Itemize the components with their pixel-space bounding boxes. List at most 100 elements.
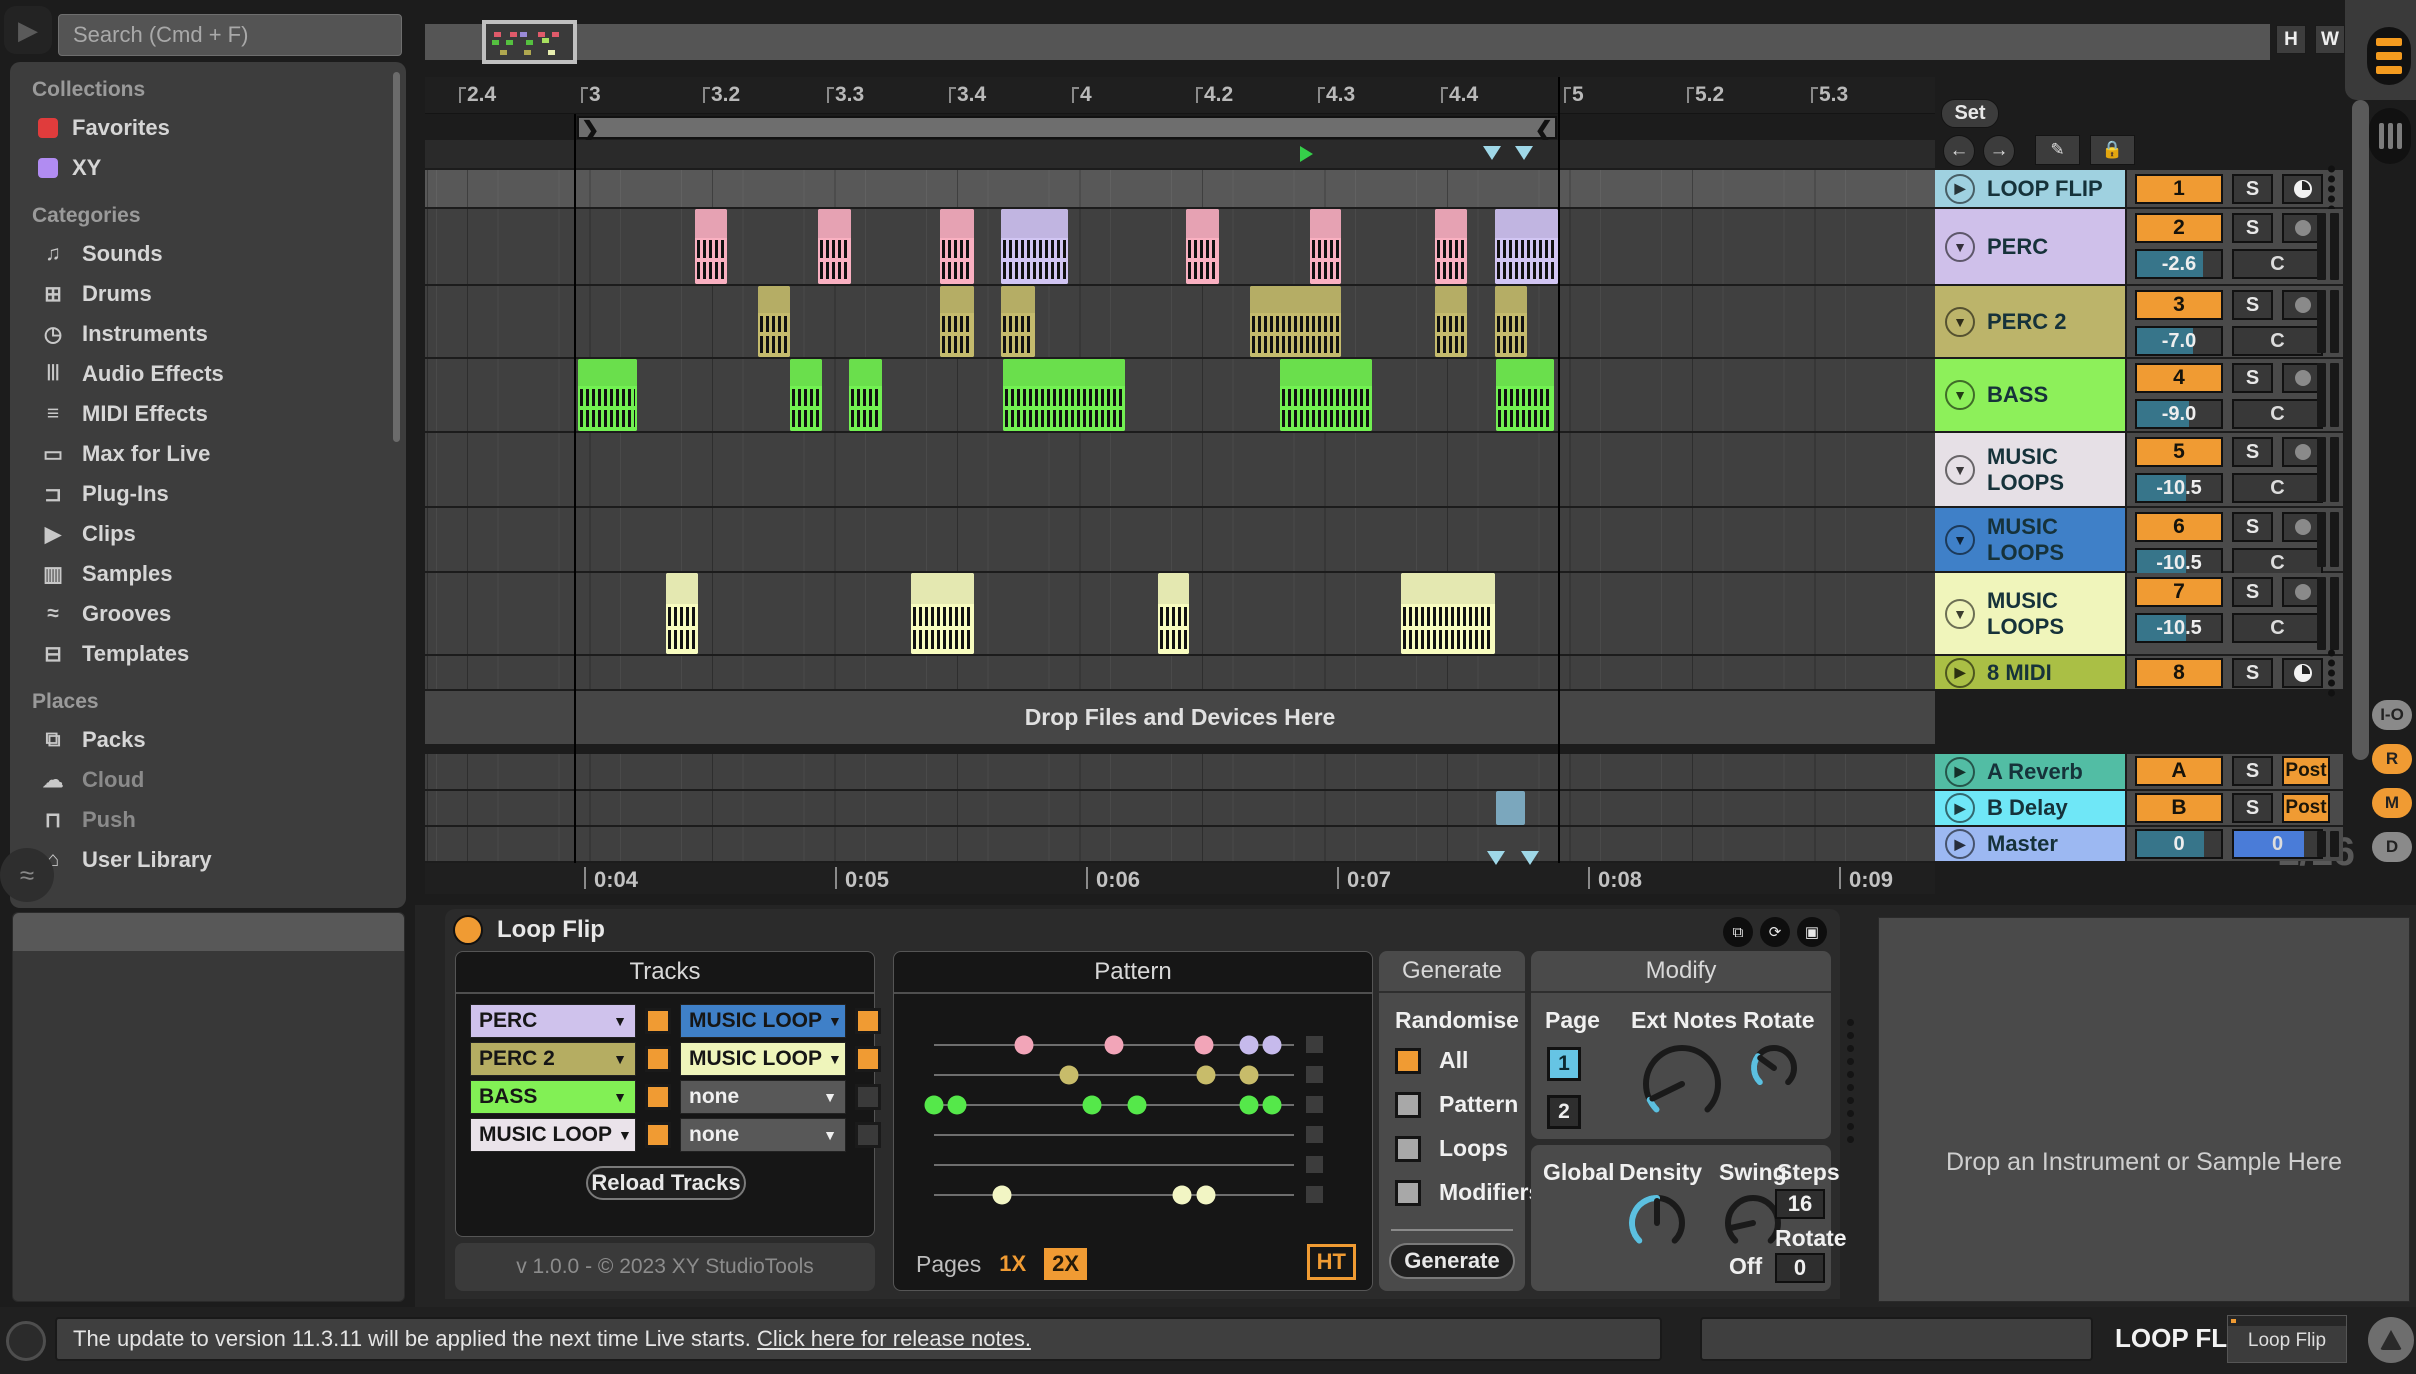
groove-pool-icon[interactable]: ≈ bbox=[0, 848, 54, 902]
fold-icon[interactable]: ▼ bbox=[1945, 380, 1975, 410]
next-locator-button[interactable]: → bbox=[1983, 135, 2015, 167]
sync-icon[interactable]: ⟳ bbox=[1760, 917, 1790, 947]
track-lane[interactable] bbox=[425, 209, 1935, 284]
save-icon[interactable]: ▣ bbox=[1797, 917, 1827, 947]
pattern-dot[interactable] bbox=[1173, 1186, 1192, 1205]
set-locator-button[interactable]: Set bbox=[1941, 99, 1999, 128]
browser-item-favorites[interactable]: Favorites bbox=[10, 108, 406, 148]
ext-notes-knob[interactable] bbox=[1641, 1043, 1723, 1130]
release-notes-link[interactable]: Click here for release notes. bbox=[757, 1326, 1031, 1351]
pattern-dot[interactable] bbox=[1240, 1096, 1259, 1115]
mixer-scrollbar[interactable] bbox=[2352, 100, 2369, 760]
browser-item-user-library[interactable]: ⌂User Library bbox=[10, 840, 406, 880]
pattern-lane-line[interactable] bbox=[934, 1074, 1294, 1076]
browser-item-grooves[interactable]: ≈Grooves bbox=[10, 594, 406, 634]
locator-marker[interactable] bbox=[1521, 851, 1539, 865]
dest-enable-checkbox[interactable] bbox=[855, 1046, 881, 1072]
track-lane[interactable] bbox=[425, 573, 1935, 654]
search-input[interactable]: Search (Cmd + F) bbox=[58, 14, 402, 56]
pattern-dot[interactable] bbox=[1083, 1096, 1102, 1115]
clip[interactable] bbox=[1001, 286, 1035, 357]
rotate-steps-value[interactable]: 0 bbox=[1775, 1253, 1825, 1283]
browser-item-push[interactable]: ⊓Push bbox=[10, 800, 406, 840]
dest-enable-checkbox[interactable] bbox=[855, 1122, 881, 1148]
source-enable-checkbox[interactable] bbox=[645, 1046, 671, 1072]
solo-button[interactable]: S bbox=[2232, 793, 2273, 823]
track-lane[interactable] bbox=[425, 656, 1935, 689]
browser-scrollbar[interactable] bbox=[393, 72, 400, 442]
pattern-dot[interactable] bbox=[1263, 1036, 1282, 1055]
unfold-icon[interactable]: ▶ bbox=[1945, 658, 1975, 688]
pan-button[interactable]: C bbox=[2232, 613, 2323, 643]
browser-item-clips[interactable]: ▶Clips bbox=[10, 514, 406, 554]
unfold-icon[interactable]: ▶ bbox=[1945, 174, 1975, 204]
track-lane[interactable] bbox=[425, 827, 1935, 861]
browser-item-audio-effects[interactable]: ꔖAudio Effects bbox=[10, 354, 406, 394]
solo-button[interactable]: S bbox=[2232, 512, 2273, 542]
rotate-knob[interactable] bbox=[1749, 1043, 1799, 1098]
dest-track-dropdown[interactable]: MUSIC LOOP▼ bbox=[680, 1004, 846, 1038]
pages-2x-button[interactable]: 2X bbox=[1044, 1248, 1087, 1280]
marker-strip[interactable] bbox=[425, 140, 1935, 168]
clip[interactable] bbox=[790, 359, 822, 431]
dest-enable-checkbox[interactable] bbox=[855, 1084, 881, 1110]
solo-button[interactable]: S bbox=[2232, 658, 2273, 688]
side-toggle-r[interactable]: R bbox=[2372, 744, 2412, 774]
randomise-option-all[interactable]: All bbox=[1395, 1047, 1468, 1074]
pages-1x-button[interactable]: 1X bbox=[999, 1251, 1026, 1277]
device-resize-handle[interactable] bbox=[1846, 1019, 1854, 1219]
track-number-box[interactable]: 8 bbox=[2135, 658, 2223, 688]
browser-item-packs[interactable]: ⧉Packs bbox=[10, 720, 406, 760]
pattern-row-mute[interactable] bbox=[1306, 1186, 1323, 1203]
track-name[interactable]: MUSIC LOOPS bbox=[1987, 514, 2125, 566]
track-lane[interactable] bbox=[425, 286, 1935, 357]
device-on-toggle[interactable] bbox=[453, 915, 483, 945]
source-enable-checkbox[interactable] bbox=[645, 1084, 671, 1110]
browser-item-instruments[interactable]: ◷Instruments bbox=[10, 314, 406, 354]
pattern-dot[interactable] bbox=[1263, 1096, 1282, 1115]
fold-icon[interactable]: ▼ bbox=[1945, 232, 1975, 262]
source-enable-checkbox[interactable] bbox=[645, 1008, 671, 1034]
return-letter-box[interactable]: A bbox=[2135, 756, 2223, 786]
pattern-dot[interactable] bbox=[1128, 1096, 1147, 1115]
track-name[interactable]: PERC 2 bbox=[1987, 309, 2066, 335]
track-number-box[interactable]: 6 bbox=[2135, 512, 2223, 542]
clip[interactable] bbox=[1435, 286, 1467, 357]
source-track-dropdown[interactable]: BASS▼ bbox=[470, 1080, 636, 1114]
pattern-lane-line[interactable] bbox=[934, 1044, 1294, 1046]
unfold-icon[interactable]: ▶ bbox=[1945, 793, 1975, 823]
pattern-dot[interactable] bbox=[1015, 1036, 1034, 1055]
clip[interactable] bbox=[1280, 359, 1372, 431]
checkbox[interactable] bbox=[1395, 1136, 1421, 1162]
checkbox[interactable] bbox=[1395, 1048, 1421, 1074]
play-marker[interactable] bbox=[1300, 146, 1313, 162]
source-track-dropdown[interactable]: PERC▼ bbox=[470, 1004, 636, 1038]
lock-icon[interactable]: 🔒 bbox=[2090, 135, 2135, 165]
pattern-dot[interactable] bbox=[1060, 1066, 1079, 1085]
clip[interactable] bbox=[1250, 286, 1341, 357]
source-track-dropdown[interactable]: MUSIC LOOP▼ bbox=[470, 1118, 636, 1152]
browser-item-plug-ins[interactable]: ⊐Plug-Ins bbox=[10, 474, 406, 514]
track-number-box[interactable]: 7 bbox=[2135, 577, 2223, 607]
pattern-dot[interactable] bbox=[1105, 1036, 1124, 1055]
browser-item-max-for-live[interactable]: ▭Max for Live bbox=[10, 434, 406, 474]
pattern-row-mute[interactable] bbox=[1306, 1156, 1323, 1173]
clip[interactable] bbox=[818, 209, 851, 284]
drop-instrument-area[interactable]: Drop an Instrument or Sample Here bbox=[1878, 917, 2410, 1302]
locator-marker[interactable] bbox=[1483, 146, 1501, 160]
return-letter-box[interactable]: B bbox=[2135, 793, 2223, 823]
pattern-row-mute[interactable] bbox=[1306, 1096, 1323, 1113]
pattern-dot[interactable] bbox=[948, 1096, 967, 1115]
track-name[interactable]: Master bbox=[1987, 831, 2058, 857]
clip[interactable] bbox=[911, 573, 974, 654]
dest-track-dropdown[interactable]: none▼ bbox=[680, 1080, 846, 1114]
solo-button[interactable]: S bbox=[2232, 363, 2273, 393]
drop-files-area[interactable]: Drop Files and Devices Here bbox=[425, 691, 1935, 744]
ht-button[interactable]: HT bbox=[1307, 1244, 1356, 1280]
track-name[interactable]: LOOP FLIP bbox=[1987, 176, 2103, 202]
pan-button[interactable]: C bbox=[2232, 249, 2323, 279]
track-name[interactable]: MUSIC LOOPS bbox=[1987, 444, 2125, 496]
browser-item-cloud[interactable]: ☁Cloud bbox=[10, 760, 406, 800]
track-lane[interactable] bbox=[425, 508, 1935, 571]
browser-item-drums[interactable]: ⊞Drums bbox=[10, 274, 406, 314]
